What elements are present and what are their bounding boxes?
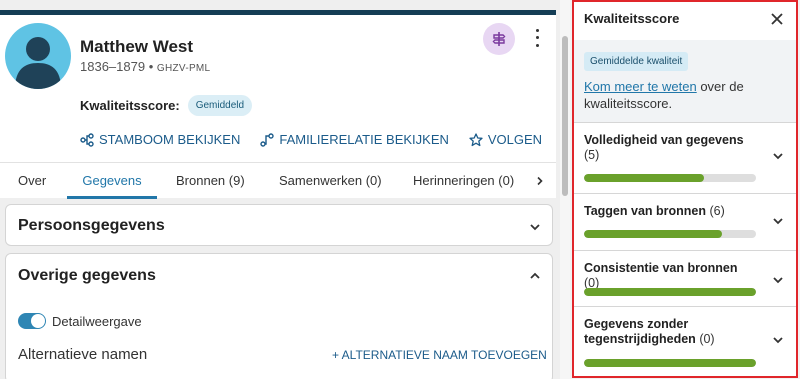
tabs-scroll-right-button[interactable] bbox=[530, 163, 550, 199]
metric-source-tagging[interactable]: Taggen van bronnen (6) bbox=[574, 193, 796, 250]
metric-title: Volledigheid van gegevens (5) bbox=[584, 133, 744, 162]
chevron-down-icon[interactable] bbox=[771, 214, 785, 228]
meta-separator: • bbox=[148, 59, 154, 74]
view-relationship-link[interactable]: FAMILIERELATIE BEKIJKEN bbox=[260, 132, 449, 147]
metric-completeness[interactable]: Volledigheid van gegevens (5) bbox=[574, 122, 796, 186]
quality-score-badge[interactable]: Gemiddeld bbox=[187, 95, 253, 116]
metric-source-consistency[interactable]: Consistentie van bronnen (0) bbox=[574, 250, 796, 306]
metric-progress-bar bbox=[584, 230, 756, 238]
alternative-names-title: Alternatieve namen bbox=[18, 346, 148, 363]
quality-score-label: Kwaliteitsscore: bbox=[80, 98, 180, 113]
view-tree-link[interactable]: STAMBOOM BEKIJKEN bbox=[80, 132, 240, 147]
scrollbar[interactable] bbox=[560, 0, 570, 379]
tab-over[interactable]: Over bbox=[18, 163, 46, 199]
person-silhouette-icon bbox=[15, 37, 61, 89]
view-tree-label: STAMBOOM BEKIJKEN bbox=[99, 132, 241, 147]
view-relationship-label: FAMILIERELATIE BEKIJKEN bbox=[279, 132, 449, 147]
chevron-down-icon[interactable] bbox=[771, 333, 785, 347]
section-title: Overige gegevens bbox=[18, 267, 156, 284]
detail-view-label: Detailweergave bbox=[52, 314, 142, 329]
tab-bronnen[interactable]: Bronnen (9) bbox=[176, 163, 245, 199]
person-meta: 1836–1879 • GHZV-PML bbox=[80, 59, 210, 74]
tree-icon bbox=[80, 132, 94, 147]
follow-label: VOLGEN bbox=[487, 132, 543, 147]
metric-progress-bar bbox=[584, 174, 756, 182]
panel-summary: Gemiddelde kwaliteit Kom meer te weten o… bbox=[574, 40, 796, 122]
panel-title: Kwaliteitsscore bbox=[584, 11, 680, 26]
metric-title: Gegevens zonder tegenstrijdigheden (0) bbox=[584, 317, 715, 346]
tab-bar: Over Gegevens Bronnen (9) Samenwerken (0… bbox=[0, 162, 556, 199]
metric-progress-fill bbox=[584, 288, 756, 296]
metric-progress-fill bbox=[584, 174, 705, 182]
person-header: Matthew West 1836–1879 • GHZV-PML Kwalit… bbox=[0, 15, 556, 162]
chevron-right-icon bbox=[537, 176, 543, 186]
person-id: GHZV-PML bbox=[156, 63, 211, 74]
section-title: Persoonsgegevens bbox=[18, 217, 165, 234]
metric-title: Taggen van bronnen (6) bbox=[584, 204, 725, 218]
tab-herinneringen[interactable]: Herinneringen (0) bbox=[413, 163, 514, 199]
follow-link[interactable]: VOLGEN bbox=[469, 132, 542, 147]
relationship-icon bbox=[260, 132, 275, 147]
metric-progress-fill bbox=[584, 359, 756, 367]
avatar[interactable] bbox=[5, 23, 71, 89]
signpost-icon bbox=[492, 32, 506, 46]
more-options-icon[interactable] bbox=[528, 27, 546, 49]
lifespan: 1836–1879 bbox=[80, 59, 146, 74]
chevron-down-icon[interactable] bbox=[771, 149, 785, 163]
metric-no-conflicts[interactable]: Gegevens zonder tegenstrijdigheden (0) bbox=[574, 306, 796, 378]
section-persoonsgegevens[interactable]: Persoonsgegevens bbox=[5, 204, 553, 246]
metric-progress-fill bbox=[584, 230, 722, 238]
quality-score-panel: Kwaliteitsscore Gemiddelde kwaliteit Kom… bbox=[572, 0, 798, 378]
quality-level-badge: Gemiddelde kwaliteit bbox=[584, 52, 689, 71]
research-hints-button[interactable] bbox=[483, 23, 515, 55]
tab-samenwerken[interactable]: Samenwerken (0) bbox=[279, 163, 382, 199]
metric-title: Consistentie van bronnen (0) bbox=[584, 261, 738, 290]
metric-progress-bar bbox=[584, 288, 756, 296]
metric-count: (5) bbox=[584, 148, 600, 162]
person-actions: STAMBOOM BEKIJKEN FAMILIERELATIE BEKIJKE… bbox=[80, 132, 542, 147]
metric-count: (0) bbox=[699, 332, 715, 346]
scrollbar-thumb[interactable] bbox=[562, 36, 568, 196]
tab-gegevens[interactable]: Gegevens bbox=[67, 163, 157, 199]
add-alternative-name-button[interactable]: + ALTERNATIEVE NAAM TOEVOEGEN bbox=[332, 348, 547, 362]
section-overige-gegevens: Overige gegevens Detailweergave Alternat… bbox=[5, 253, 553, 379]
detail-view-toggle[interactable] bbox=[18, 313, 46, 329]
learn-more-link[interactable]: Kom meer te weten bbox=[584, 79, 697, 94]
panel-description: Kom meer te weten over de kwaliteitsscor… bbox=[584, 78, 784, 112]
chevron-up-icon[interactable] bbox=[528, 269, 542, 283]
star-icon bbox=[469, 132, 483, 146]
close-icon[interactable] bbox=[770, 12, 784, 26]
quality-score-row: Kwaliteitsscore: Gemiddeld bbox=[80, 95, 253, 116]
metric-progress-bar bbox=[584, 359, 756, 367]
metric-count: (6) bbox=[709, 204, 725, 218]
chevron-down-icon[interactable] bbox=[771, 273, 785, 287]
person-name: Matthew West bbox=[80, 37, 194, 56]
chevron-down-icon[interactable] bbox=[528, 220, 542, 234]
person-page: Matthew West 1836–1879 • GHZV-PML Kwalit… bbox=[0, 0, 560, 379]
